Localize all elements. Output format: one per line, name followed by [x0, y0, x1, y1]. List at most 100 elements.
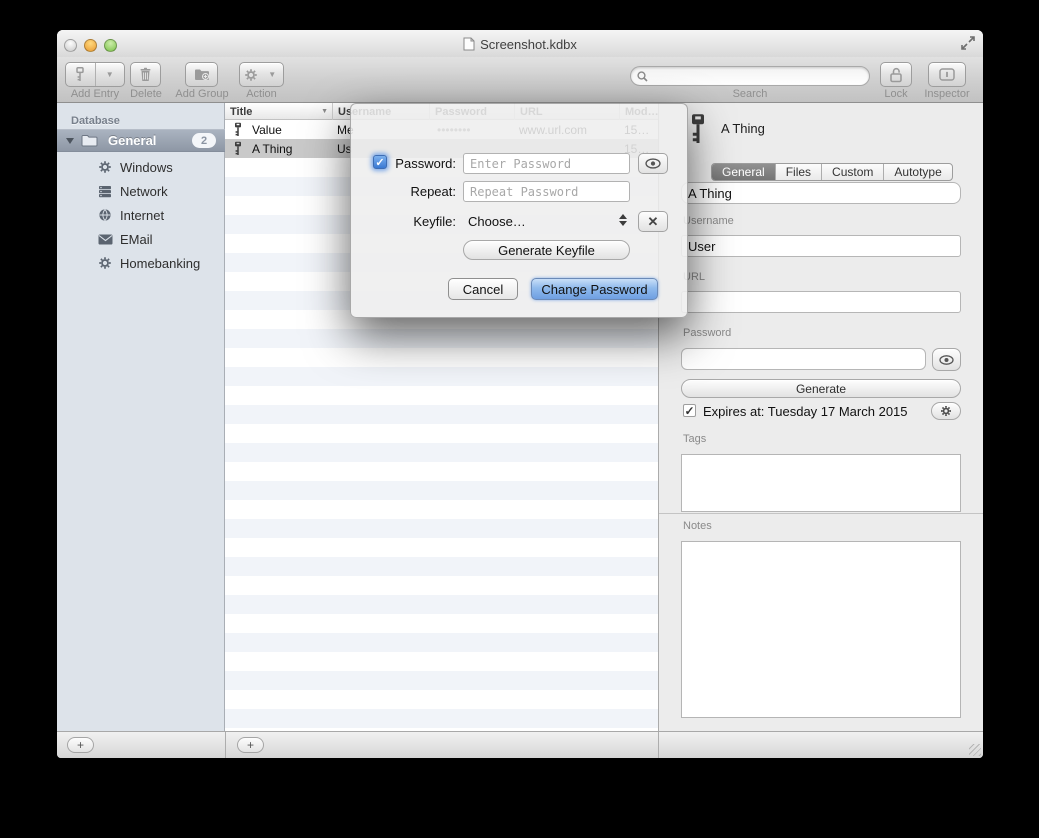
url-field[interactable] — [681, 291, 961, 313]
sidebar-item-network[interactable]: Network — [57, 179, 225, 203]
add-group-button[interactable] — [185, 62, 218, 87]
lock-label: Lock — [872, 88, 920, 100]
dialog-repeat-label: Repeat: — [371, 184, 456, 199]
checkmark-icon: ✓ — [684, 404, 694, 418]
sidebar-item-label: Network — [120, 184, 168, 199]
generate-keyfile-button[interactable]: Generate Keyfile — [463, 240, 630, 260]
sidebar-item-homebanking[interactable]: Homebanking — [57, 251, 225, 275]
sidebar-group-label: General — [108, 133, 156, 148]
action-dropdown-icon[interactable]: ▼ — [262, 63, 284, 86]
keyfile-popup[interactable]: Choose… — [468, 214, 526, 229]
add-entry-dropdown-icon[interactable]: ▼ — [96, 63, 125, 86]
search-label: Search — [720, 88, 780, 100]
search-icon — [637, 71, 648, 82]
dialog-password-label: Password: — [371, 156, 456, 171]
plus-icon: + — [77, 738, 84, 752]
tab-autotype[interactable]: Autotype — [884, 164, 951, 180]
sidebar-section-header: Database — [71, 115, 120, 127]
titlebar[interactable]: Screenshot.kdbx — [57, 30, 983, 57]
folder-icon — [81, 134, 98, 147]
entry-title: Value — [252, 120, 282, 139]
folder-plus-icon — [194, 68, 210, 81]
bottom-bar: + + — [57, 731, 983, 758]
expiry-options-button[interactable] — [931, 402, 961, 420]
add-entry-plus-button[interactable]: + — [237, 737, 264, 753]
tab-files[interactable]: Files — [776, 164, 822, 180]
action-button[interactable]: ▼ — [239, 62, 284, 87]
resize-grip[interactable] — [969, 744, 981, 756]
keyfile-popup-stepper-icon[interactable] — [619, 214, 627, 226]
tags-label: Tags — [683, 433, 706, 445]
eye-icon — [645, 158, 661, 169]
add-group-label: Add Group — [170, 88, 234, 100]
search-field[interactable] — [630, 66, 870, 86]
dialog-password-input[interactable] — [463, 153, 630, 174]
password-label: Password — [683, 327, 731, 339]
envelope-icon — [97, 231, 113, 247]
show-password-button[interactable] — [932, 348, 961, 371]
inspector-icon — [939, 68, 955, 81]
username-label: Username — [683, 215, 734, 227]
generate-password-button[interactable]: Generate — [681, 379, 961, 398]
inspector-panel: A Thing General Files Custom Autotype Us… — [658, 103, 983, 731]
fullscreen-icon[interactable] — [960, 35, 976, 51]
tags-field[interactable] — [681, 454, 961, 512]
trash-icon — [139, 67, 152, 82]
dialog-repeat-input[interactable] — [463, 181, 630, 202]
sidebar-item-label: EMail — [120, 232, 153, 247]
tab-general[interactable]: General — [712, 164, 776, 180]
sidebar-item-label: Windows — [120, 160, 173, 175]
server-icon — [97, 183, 113, 199]
search-input[interactable] — [652, 68, 869, 84]
sidebar-item-email[interactable]: EMail — [57, 227, 225, 251]
key-icon — [66, 63, 95, 86]
entry-title: A Thing — [252, 139, 292, 158]
generate-keyfile-label: Generate Keyfile — [498, 243, 595, 258]
add-group-plus-button[interactable]: + — [67, 737, 94, 753]
entry-count-badge: 2 — [192, 133, 216, 148]
cancel-label: Cancel — [463, 282, 503, 297]
window-title: Screenshot.kdbx — [480, 37, 577, 52]
sidebar-group-general[interactable]: General 2 — [57, 129, 225, 152]
disclosure-triangle-icon[interactable] — [66, 138, 74, 144]
sidebar-item-internet[interactable]: Internet — [57, 203, 225, 227]
tab-custom[interactable]: Custom — [822, 164, 884, 180]
lock-button[interactable] — [880, 62, 912, 87]
notes-label: Notes — [683, 520, 712, 532]
gear-icon — [940, 405, 952, 417]
key-icon — [233, 141, 243, 156]
delete-label: Delete — [121, 88, 171, 100]
gear-icon — [97, 255, 113, 271]
cancel-button[interactable]: Cancel — [448, 278, 518, 300]
password-field[interactable] — [681, 348, 926, 370]
generate-label: Generate — [796, 382, 846, 396]
dialog-show-password-button[interactable] — [638, 153, 668, 174]
inspector-entry-title: A Thing — [721, 121, 765, 136]
document-icon — [463, 37, 475, 51]
sidebar-item-label: Homebanking — [120, 256, 200, 271]
inspector-button[interactable] — [928, 62, 966, 87]
add-entry-button[interactable]: ▼ — [65, 62, 125, 87]
column-header-title[interactable]: Title ▼ — [225, 103, 333, 120]
sidebar-item-windows[interactable]: Windows — [57, 155, 225, 179]
app-window: Screenshot.kdbx ▼ Add Entry Delete — [57, 30, 983, 758]
sidebar-item-label: Internet — [120, 208, 164, 223]
delete-button[interactable] — [130, 62, 161, 87]
sort-descending-icon: ▼ — [321, 108, 328, 115]
expires-checkbox[interactable]: ✓ — [683, 404, 696, 417]
change-password-button[interactable]: Change Password — [531, 278, 658, 300]
close-icon: ✕ — [648, 214, 659, 230]
inspector-tabs: General Files Custom Autotype — [711, 163, 953, 181]
expires-label: Expires at: Tuesday 17 March 2015 — [703, 404, 908, 419]
plus-icon: + — [247, 738, 254, 752]
clear-keyfile-button[interactable]: ✕ — [638, 211, 668, 232]
key-icon — [233, 122, 243, 137]
change-password-label: Change Password — [541, 282, 647, 297]
notes-field[interactable] — [681, 541, 961, 718]
username-field[interactable] — [681, 235, 961, 257]
change-password-dialog: ✓ Password: Repeat: Keyfile: Choose… ✕ G… — [350, 103, 688, 318]
gear-icon — [97, 159, 113, 175]
unlocked-padlock-icon — [889, 67, 903, 83]
dialog-keyfile-label: Keyfile: — [371, 214, 456, 229]
title-field[interactable] — [681, 182, 961, 204]
